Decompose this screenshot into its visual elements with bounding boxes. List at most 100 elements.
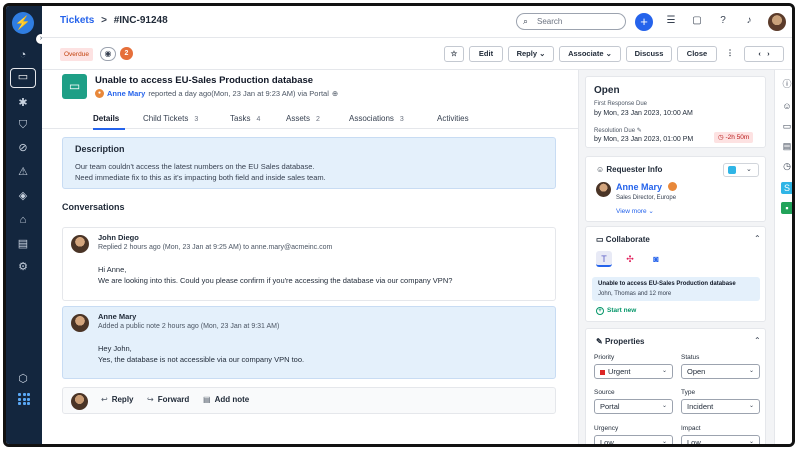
changes-shield-icon[interactable]: ⛉ [13, 116, 33, 134]
conversations-heading: Conversations [62, 202, 125, 212]
ticket-tabs: Details Child Tickets 3 Tasks 4 Assets 2 As… [42, 109, 578, 130]
edit-button[interactable]: Edit [469, 46, 503, 62]
more-options-icon[interactable]: ⋮ [723, 46, 737, 62]
skype-app-icon[interactable]: S [781, 182, 792, 194]
requester-card: ☺ Requester Info ⌄ Anne Mary Sales Direc… [585, 156, 766, 222]
chevron-up-icon[interactable]: ⌃ [754, 234, 761, 243]
impact-value: Low [687, 438, 701, 447]
reply-action[interactable]: ↩ Reply [101, 395, 134, 404]
admin-gear-icon[interactable]: ⚙ [13, 258, 33, 276]
slack-app-icon[interactable]: ✣ [622, 251, 638, 267]
checklist-icon[interactable]: ☰ [664, 14, 678, 28]
dashboard-icon[interactable]: ◔ [13, 46, 33, 64]
chevron-down-icon: ⌄ [661, 439, 667, 445]
tab-assets[interactable]: Assets 2 [286, 114, 320, 123]
description-panel: Description Our team couldn't access the… [62, 137, 556, 189]
vip-badge-icon [668, 182, 677, 191]
teams-app-icon[interactable]: T [596, 251, 612, 267]
chevron-up-icon[interactable]: ⌃ [754, 336, 761, 345]
alerts-warning-icon[interactable]: ⚠ [13, 163, 33, 181]
conversation-public-note: Anne Mary Added a public note 2 hours ag… [62, 306, 556, 379]
status-select[interactable]: Open ⌄ [681, 364, 760, 379]
star-button[interactable]: ☆ [444, 46, 464, 62]
reply-dropdown-button[interactable]: Reply ⌄ [508, 46, 554, 62]
search-icon: ⌕ [523, 16, 529, 26]
urgency-select[interactable]: Low ⌄ [594, 435, 673, 445]
user-avatar[interactable] [768, 13, 786, 31]
requester-name-link[interactable]: Anne Mary [616, 182, 662, 192]
viewers-eye-icon[interactable]: ◉ [100, 47, 116, 61]
app-switcher-grid-icon[interactable] [18, 393, 30, 405]
collaboration-thread[interactable]: Unable to access EU-Sales Production dat… [592, 277, 760, 301]
properties-heading-text: Properties [604, 337, 645, 346]
message-line: Yes, the database is not accessible via … [98, 355, 305, 364]
impact-select[interactable]: Low ⌄ [681, 435, 760, 447]
next-ticket-icon[interactable]: › [767, 49, 770, 58]
tab-label: Associations [349, 114, 394, 123]
requester-channel-dropdown[interactable]: ⌄ [723, 163, 759, 177]
associate-dropdown-button[interactable]: Associate ⌄ [559, 46, 621, 62]
view-more-link[interactable]: View more ⌄ [616, 207, 654, 215]
breadcrumb-tickets-link[interactable]: Tickets [60, 15, 94, 26]
current-user-avatar [71, 393, 88, 410]
tab-tasks[interactable]: Tasks 4 [230, 114, 260, 123]
start-new-link[interactable]: + Start new [596, 307, 636, 315]
tickets-icon[interactable]: ▭ [10, 68, 36, 88]
priority-select[interactable]: Urgent ⌄ [594, 364, 673, 379]
chat-app-icon[interactable]: ▪ [781, 202, 792, 214]
tab-count: 4 [256, 116, 261, 123]
info-icon[interactable]: ⓘ [781, 78, 792, 90]
add-note-action[interactable]: ▤ Add note [203, 395, 249, 404]
ticket-meta: ● Anne Mary reported a day ago(Mon, 23 J… [95, 89, 338, 98]
discuss-button[interactable]: Discuss [626, 46, 672, 62]
tab-activities[interactable]: Activities [437, 114, 469, 123]
tab-label: Child Tickets [143, 114, 189, 123]
tab-associations[interactable]: Associations 3 [349, 114, 404, 123]
contact-icon[interactable]: ☺ [781, 100, 792, 112]
status-card: Open First Response Due by Mon, 23 Jan 2… [585, 76, 766, 148]
solutions-library-icon[interactable]: ⌂ [13, 211, 33, 229]
app-logo-icon[interactable]: ⚡ [12, 12, 34, 34]
cube-icon[interactable]: ⬡ [13, 370, 33, 388]
message-meta: Replied 2 hours ago (Mon, 23 Jan at 9:25… [98, 244, 333, 251]
prev-next-ticket-nav[interactable]: ‹ › [744, 46, 784, 62]
documents-icon[interactable]: ▤ [781, 140, 792, 152]
notifications-bell-icon[interactable]: ♪ [742, 14, 756, 28]
comments-icon[interactable]: ▭ [781, 120, 792, 132]
history-clock-icon[interactable]: ◷ [781, 160, 792, 172]
chevron-down-icon: ⌄ [746, 166, 752, 173]
thread-title: Unable to access EU-Sales Production dat… [598, 281, 736, 287]
description-line-1: Our team couldn't access the latest numb… [75, 162, 315, 171]
tab-child-tickets[interactable]: Child Tickets 3 [143, 114, 198, 123]
search-input[interactable]: ⌕ Search [516, 13, 626, 30]
resolution-label: Resolution Due ✎ [594, 127, 642, 134]
channel-icon [728, 166, 736, 174]
first-response-label: First Response Due [594, 101, 648, 107]
breadcrumb-ticket-id: #INC-91248 [113, 15, 168, 26]
chat-icon: ▭ [596, 235, 604, 244]
zoom-app-icon[interactable]: ◙ [648, 251, 664, 267]
close-ticket-button[interactable]: Close [677, 46, 717, 62]
tab-label: Tasks [230, 114, 251, 123]
source-label: Source [594, 389, 615, 396]
reports-chart-icon[interactable]: ▤ [13, 235, 33, 253]
new-item-plus-button[interactable]: + [635, 13, 653, 31]
requester-heading: ☺ Requester Info [596, 165, 662, 174]
reporter-name-link[interactable]: Anne Mary [107, 89, 145, 98]
help-icon[interactable]: ? [716, 14, 730, 28]
type-select[interactable]: Incident ⌄ [681, 399, 760, 414]
ticket-type-icon: ▭ [62, 74, 87, 99]
viewers-count-badge[interactable]: 2 [120, 47, 133, 60]
properties-heading: ✎ Properties [596, 337, 645, 346]
assets-layers-icon[interactable]: ◈ [13, 187, 33, 205]
releases-icon[interactable]: ⊘ [13, 139, 33, 157]
edit-pencil-icon[interactable]: ✎ [637, 128, 642, 134]
calendar-icon[interactable]: ▢ [690, 14, 704, 28]
forward-action[interactable]: ↪ Forward [147, 395, 189, 404]
problems-bug-icon[interactable]: ✱ [13, 94, 33, 112]
requester-role: Sales Director, Europe [616, 195, 677, 201]
tab-details[interactable]: Details [93, 114, 119, 123]
source-select[interactable]: Portal ⌄ [594, 399, 673, 414]
overdue-time: -2h 50m [725, 134, 750, 141]
prev-ticket-icon[interactable]: ‹ [758, 49, 761, 58]
